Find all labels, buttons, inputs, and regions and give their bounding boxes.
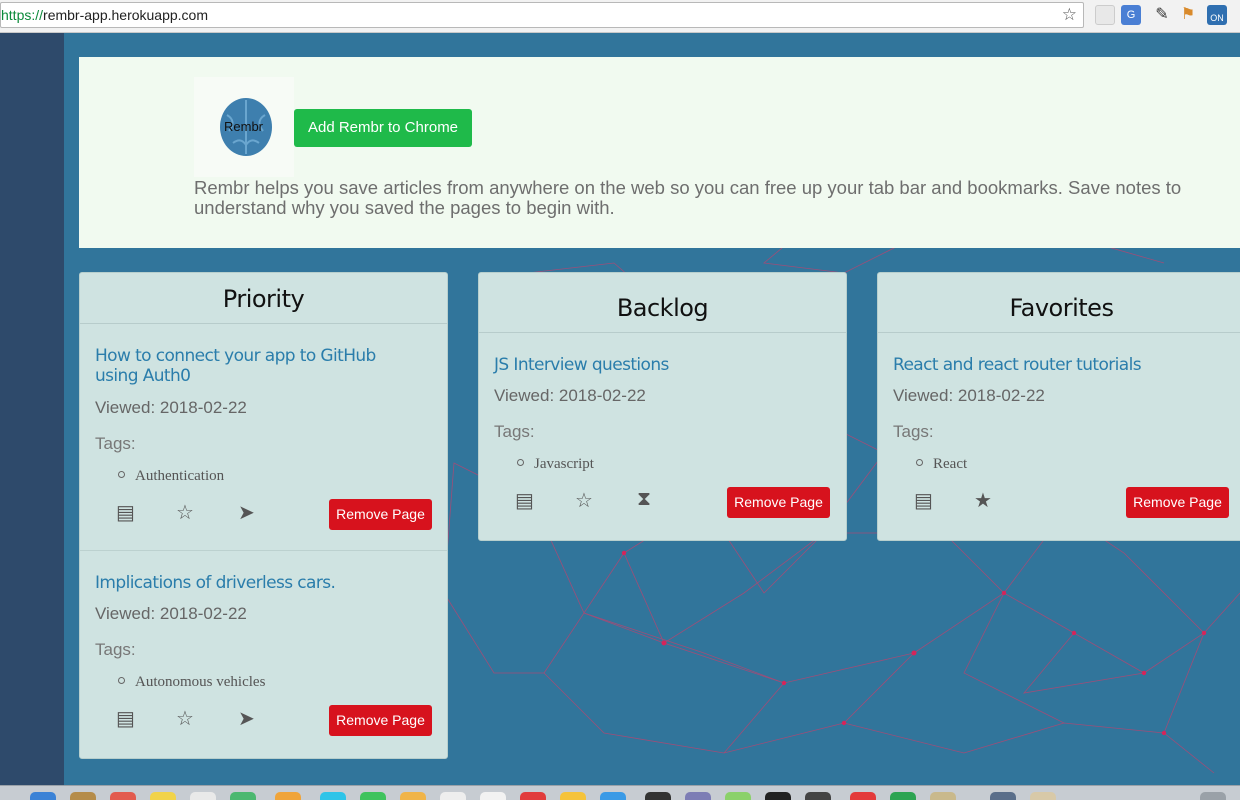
dock-trash-icon[interactable] xyxy=(1200,792,1226,800)
tag-item: Autonomous vehicles xyxy=(118,674,265,691)
left-sidebar-strip xyxy=(0,33,64,785)
viewed-date: Viewed: 2018-02-22 xyxy=(95,604,247,623)
dock-app-icon[interactable] xyxy=(600,792,626,800)
page-card: React and react router tutorials Viewed:… xyxy=(878,333,1240,541)
notes-icon[interactable]: ▤ xyxy=(914,488,933,513)
add-to-chrome-button[interactable]: Add Rembr to Chrome xyxy=(294,109,472,147)
tags-label: Tags: xyxy=(95,640,136,659)
star-icon[interactable]: ☆ xyxy=(176,500,194,525)
logo-text: Rembr xyxy=(224,119,264,134)
hero-description: Rembr helps you save articles from anywh… xyxy=(194,177,1182,218)
dock-app-icon[interactable] xyxy=(275,792,301,800)
dock-app-icon[interactable] xyxy=(645,792,671,800)
column-favorites: Favorites React and react router tutoria… xyxy=(877,272,1240,541)
ruler-icon[interactable]: ⚑ xyxy=(1178,5,1198,25)
dock-app-icon[interactable] xyxy=(805,792,831,800)
page-title-link[interactable]: How to connect your app to GitHub using … xyxy=(95,346,415,386)
hero-banner: Rembr Add Rembr to Chrome Rembr helps yo… xyxy=(79,57,1240,248)
dock-app-icon[interactable] xyxy=(1030,792,1056,800)
dock-app-icon[interactable] xyxy=(400,792,426,800)
page-title-link[interactable]: React and react router tutorials xyxy=(893,355,1213,375)
rembr-logo: Rembr xyxy=(194,77,294,177)
star-icon[interactable]: ☆ xyxy=(575,488,593,513)
dock-app-icon[interactable] xyxy=(685,792,711,800)
page-card: Implications of driverless cars. Viewed:… xyxy=(80,551,447,759)
remove-page-button[interactable]: Remove Page xyxy=(329,705,432,736)
page-title-link[interactable]: Implications of driverless cars. xyxy=(95,573,415,593)
page-content: Rembr Add Rembr to Chrome Rembr helps yo… xyxy=(64,33,1240,785)
dock-app-icon[interactable] xyxy=(110,792,136,800)
dock-app-icon[interactable] xyxy=(765,792,791,800)
dock-app-icon[interactable] xyxy=(440,792,466,800)
eyedropper-icon[interactable]: ✎ xyxy=(1152,5,1172,25)
macos-dock xyxy=(0,785,1240,800)
dock-app-icon[interactable] xyxy=(520,792,546,800)
tag-item: React xyxy=(916,456,967,473)
viewed-date: Viewed: 2018-02-22 xyxy=(95,398,247,417)
tag-item: Javascript xyxy=(517,456,594,473)
hourglass-icon[interactable]: ⧗ xyxy=(637,488,651,511)
dock-app-icon[interactable] xyxy=(480,792,506,800)
bookmark-star-icon[interactable]: ☆ xyxy=(1062,5,1077,25)
dock-app-icon[interactable] xyxy=(150,792,176,800)
on-badge-icon[interactable]: ON xyxy=(1207,5,1227,25)
star-filled-icon[interactable]: ★ xyxy=(974,488,992,513)
column-backlog: Backlog JS Interview questions Viewed: 2… xyxy=(478,272,847,541)
column-title: Backlog xyxy=(616,294,709,322)
dock-app-icon[interactable] xyxy=(725,792,751,800)
dock-app-icon[interactable] xyxy=(320,792,346,800)
page-card: How to connect your app to GitHub using … xyxy=(80,324,447,549)
dock-app-icon[interactable] xyxy=(360,792,386,800)
notes-icon[interactable]: ▤ xyxy=(515,488,534,513)
remove-page-button[interactable]: Remove Page xyxy=(727,487,830,518)
url-text: https://rembr-app.herokuapp.com xyxy=(1,7,209,23)
remove-page-button[interactable]: Remove Page xyxy=(1126,487,1229,518)
dock-app-icon[interactable] xyxy=(230,792,256,800)
notes-icon[interactable]: ▤ xyxy=(116,500,135,525)
star-icon[interactable]: ☆ xyxy=(176,706,194,731)
send-icon[interactable]: ➤ xyxy=(238,706,255,731)
send-icon[interactable]: ➤ xyxy=(238,500,255,525)
dock-app-icon[interactable] xyxy=(70,792,96,800)
notes-icon[interactable]: ▤ xyxy=(116,706,135,731)
column-priority: Priority How to connect your app to GitH… xyxy=(79,272,448,759)
tags-label: Tags: xyxy=(893,422,934,441)
viewed-date: Viewed: 2018-02-22 xyxy=(893,386,1045,405)
tags-label: Tags: xyxy=(494,422,535,441)
dock-app-icon[interactable] xyxy=(890,792,916,800)
address-bar[interactable]: https://rembr-app.herokuapp.com ☆ xyxy=(0,2,1084,28)
dock-app-icon[interactable] xyxy=(930,792,956,800)
bookmark-icon[interactable] xyxy=(1095,5,1115,25)
page-title-link[interactable]: JS Interview questions xyxy=(494,355,814,375)
column-title: Priority xyxy=(222,285,305,313)
tag-item: Authentication xyxy=(118,468,224,485)
dock-app-icon[interactable] xyxy=(30,792,56,800)
dock-app-icon[interactable] xyxy=(190,792,216,800)
remove-page-button[interactable]: Remove Page xyxy=(329,499,432,530)
dock-app-icon[interactable] xyxy=(560,792,586,800)
dock-app-icon[interactable] xyxy=(850,792,876,800)
translate-icon[interactable]: G xyxy=(1121,5,1141,25)
tags-label: Tags: xyxy=(95,434,136,453)
dock-app-icon[interactable] xyxy=(990,792,1016,800)
browser-toolbar: https://rembr-app.herokuapp.com ☆ G ✎ ⚑ … xyxy=(0,0,1240,33)
column-title: Favorites xyxy=(1009,294,1114,322)
viewed-date: Viewed: 2018-02-22 xyxy=(494,386,646,405)
page-card: JS Interview questions Viewed: 2018-02-2… xyxy=(479,333,846,541)
